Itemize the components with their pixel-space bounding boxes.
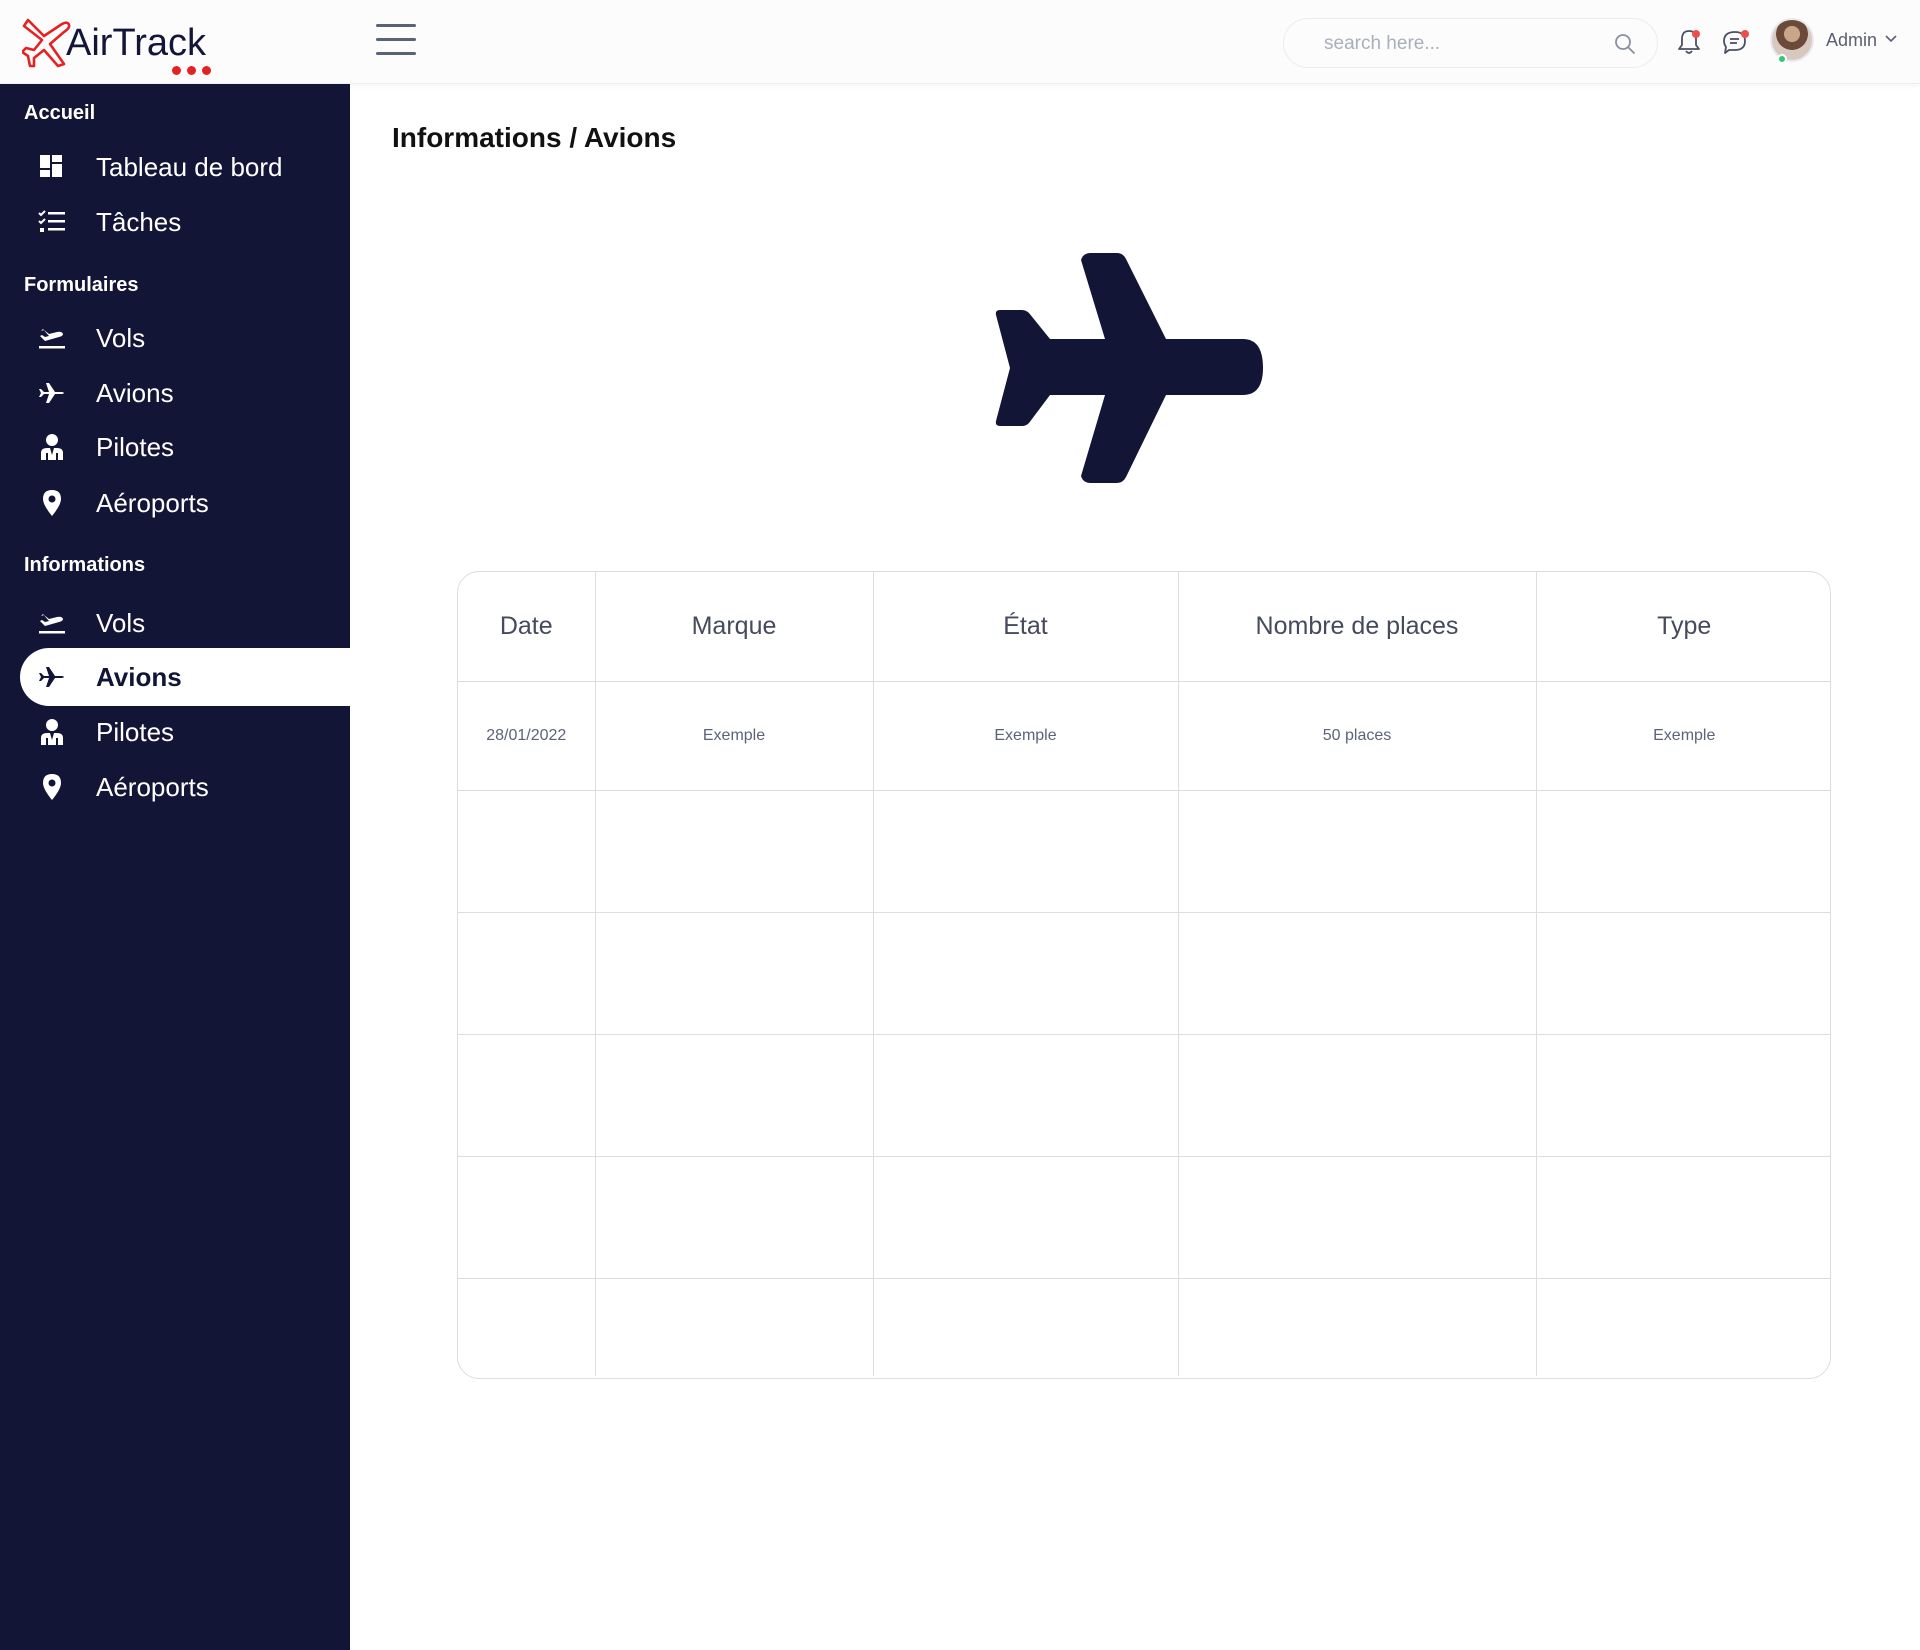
table-cell <box>1536 1156 1830 1279</box>
table-cell: 50 places <box>1178 681 1537 791</box>
location-pin-icon <box>20 489 76 517</box>
table-cell <box>1178 1278 1537 1376</box>
avatar[interactable] <box>1770 18 1814 62</box>
sidebar-item-taches[interactable]: Tâches <box>20 193 350 251</box>
table-cell <box>458 790 596 913</box>
table-cell: Exemple <box>595 681 874 791</box>
flight-takeoff-icon <box>20 325 76 351</box>
table-cell <box>458 1156 596 1279</box>
table-cell <box>873 912 1179 1035</box>
table-row[interactable] <box>458 912 1830 1035</box>
table-cell <box>1178 1156 1537 1279</box>
app-logo[interactable]: AirTrack <box>22 16 222 75</box>
airplanes-table: Date Marque État Nombre de places Type 2… <box>457 571 1831 1379</box>
sidebar-section-title: Informations <box>24 554 146 576</box>
user-name[interactable]: Admin <box>1826 30 1877 51</box>
table-cell <box>595 912 874 1035</box>
table-row[interactable]: 28/01/2022 Exemple Exemple 50 places Exe… <box>458 681 1830 791</box>
online-status-dot <box>1777 54 1787 64</box>
sidebar-item-formulaires-avions[interactable]: Avions <box>20 364 350 422</box>
search-input[interactable] <box>1324 29 1604 59</box>
table-cell <box>458 1034 596 1157</box>
table-cell <box>1536 1278 1830 1376</box>
table-cell <box>595 1034 874 1157</box>
menu-toggle-button[interactable] <box>376 24 418 56</box>
table-cell: Exemple <box>1536 681 1830 791</box>
sidebar-item-label: Tâches <box>96 206 182 237</box>
sidebar-item-label: Aéroports <box>96 771 209 802</box>
sidebar: Accueil Tableau de bord Tâches Formulair… <box>0 84 350 1650</box>
table-cell <box>595 790 874 913</box>
table-row[interactable] <box>458 1278 1830 1376</box>
table-cell <box>595 1156 874 1279</box>
table-cell: Exemple <box>873 681 1179 791</box>
table-cell <box>1178 1034 1537 1157</box>
search-box <box>1283 18 1658 68</box>
tasks-icon <box>20 210 76 234</box>
sidebar-item-label: Avions <box>96 661 182 692</box>
sidebar-item-formulaires-pilotes[interactable]: Pilotes <box>20 418 350 476</box>
sidebar-item-label: Aéroports <box>96 487 209 518</box>
notification-badge <box>1692 30 1700 38</box>
table-cell <box>1536 912 1830 1035</box>
table-row[interactable] <box>458 790 1830 913</box>
table-cell <box>873 1278 1179 1376</box>
table-cell <box>1536 1034 1830 1157</box>
table-row[interactable] <box>458 1156 1830 1279</box>
dashboard-icon <box>20 155 76 179</box>
sidebar-section-title: Formulaires <box>24 274 139 296</box>
column-header-etat[interactable]: État <box>873 572 1179 682</box>
message-badge <box>1741 30 1749 38</box>
table-cell <box>873 1156 1179 1279</box>
airplane-icon <box>995 253 1263 483</box>
sidebar-item-formulaires-vols[interactable]: Vols <box>20 309 350 367</box>
table-cell <box>873 1034 1179 1157</box>
notifications-button[interactable] <box>1676 28 1702 60</box>
sidebar-item-label: Pilotes <box>96 431 175 462</box>
logo-plane-icon <box>22 18 71 68</box>
column-header-marque[interactable]: Marque <box>595 572 874 682</box>
table-cell <box>458 1278 596 1376</box>
logo-dots <box>172 60 217 79</box>
table-row[interactable] <box>458 1034 1830 1157</box>
chevron-down-icon[interactable] <box>1885 34 1897 44</box>
search-icon[interactable] <box>1614 33 1636 55</box>
table-cell: 28/01/2022 <box>458 681 596 791</box>
sidebar-item-label: Pilotes <box>96 716 175 747</box>
sidebar-item-informations-avions[interactable]: Avions <box>20 648 350 706</box>
airplane-icon <box>20 380 76 406</box>
sidebar-item-informations-aeroports[interactable]: Aéroports <box>20 758 350 816</box>
logo-text: AirTrack <box>66 22 207 64</box>
sidebar-item-informations-pilotes[interactable]: Pilotes <box>20 703 350 761</box>
table-cell <box>1536 790 1830 913</box>
page-title: Informations / Avions <box>392 122 677 153</box>
sidebar-item-label: Avions <box>96 377 174 408</box>
table-cell <box>1178 912 1537 1035</box>
airplane-icon <box>20 664 76 690</box>
table-cell <box>595 1278 874 1376</box>
top-bar: AirTrack Admin <box>0 0 1920 84</box>
table-cell <box>458 912 596 1035</box>
column-header-nombre-de-places[interactable]: Nombre de places <box>1178 572 1537 682</box>
messages-button[interactable] <box>1721 28 1749 60</box>
table-cell <box>1178 790 1537 913</box>
sidebar-item-tableau-de-bord[interactable]: Tableau de bord <box>20 138 350 196</box>
sidebar-item-label: Tableau de bord <box>96 151 283 182</box>
sidebar-item-label: Vols <box>96 322 146 353</box>
location-pin-icon <box>20 773 76 801</box>
table-cell <box>873 790 1179 913</box>
sidebar-item-informations-vols[interactable]: Vols <box>20 594 350 652</box>
pilot-icon <box>20 433 76 461</box>
sidebar-item-label: Vols <box>96 607 146 638</box>
column-header-type[interactable]: Type <box>1536 572 1830 682</box>
flight-takeoff-icon <box>20 610 76 636</box>
pilot-icon <box>20 718 76 746</box>
column-header-date[interactable]: Date <box>458 572 596 682</box>
sidebar-section-title: Accueil <box>24 102 96 124</box>
sidebar-item-formulaires-aeroports[interactable]: Aéroports <box>20 474 350 532</box>
